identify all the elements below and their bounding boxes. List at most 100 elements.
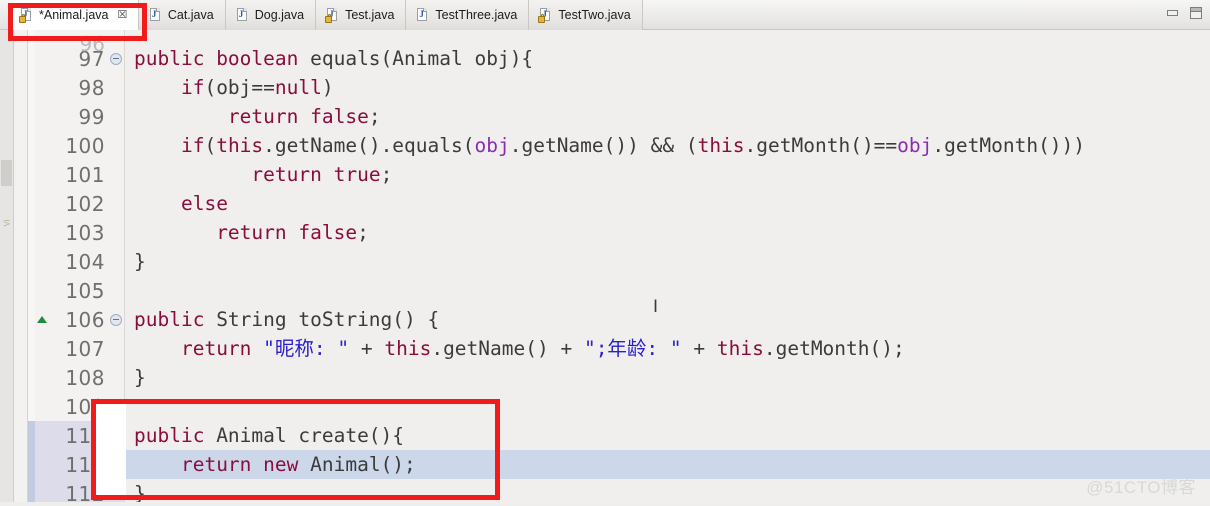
ghost-line-number: 96: [79, 32, 105, 56]
line-number[interactable]: 102: [35, 189, 124, 218]
line-number[interactable]: 107: [35, 334, 124, 363]
code-token-kw: this: [216, 134, 264, 157]
line-number[interactable]: 98: [35, 73, 124, 102]
code-token-str: "昵称: ": [263, 337, 350, 360]
line-number[interactable]: 101: [35, 160, 124, 189]
line-number[interactable]: 100: [35, 131, 124, 160]
code-token-pln: +: [681, 337, 717, 360]
code-token-pln: [134, 221, 216, 244]
code-token-pln: +: [349, 337, 385, 360]
code-line[interactable]: public String toString() {: [126, 305, 1210, 334]
line-number-label: 105: [65, 278, 105, 303]
code-token-kw: this: [716, 337, 764, 360]
editor-tab-label: TestTwo.java: [558, 7, 631, 22]
code-token-pln: .getMonth())): [932, 134, 1086, 157]
code-token-kw: this: [697, 134, 745, 157]
left-view-rail[interactable]: Vi: [0, 30, 14, 506]
code-token-kw: return: [180, 337, 264, 360]
editor-tabs: J *Animal.java ☒ J Cat.java J Dog.java J Test.ja…: [10, 0, 643, 30]
code-token-kw: false: [298, 221, 358, 244]
changed-line-marker: [28, 450, 35, 479]
editor-tab-label: Test.java: [345, 7, 395, 22]
lock-icon: [19, 14, 26, 23]
code-line[interactable]: return false;: [126, 102, 1210, 131]
java-letter-badge: J: [419, 9, 424, 19]
editor-tab-animal-java[interactable]: J *Animal.java ☒: [10, 0, 139, 30]
code-line[interactable]: [126, 392, 1210, 421]
line-number[interactable]: 108: [35, 363, 124, 392]
line-number[interactable]: 99: [35, 102, 124, 131]
code-line[interactable]: [126, 276, 1210, 305]
line-number-label: 98: [78, 75, 105, 100]
watermark-label: @51CTO博客: [1086, 478, 1196, 497]
mouse-ibeam-cursor: I: [652, 297, 658, 317]
code-token-pln: ;: [380, 163, 393, 186]
editor-tab-testthree-java[interactable]: J TestThree.java: [406, 0, 530, 30]
editor-tab-label: Dog.java: [254, 7, 305, 22]
close-icon[interactable]: ☒: [117, 9, 127, 21]
annotation-ruler[interactable]: [15, 30, 28, 506]
code-token-pln: [134, 134, 181, 157]
editor-tab-bar: J *Animal.java ☒ J Cat.java J Dog.java J Test.ja…: [0, 0, 1210, 30]
line-number-label: 101: [65, 162, 105, 187]
line-number-label: 108: [65, 365, 105, 390]
code-token-pln: [134, 337, 181, 360]
java-letter-badge: J: [151, 9, 157, 19]
code-token-pln: [134, 163, 251, 186]
override-marker-icon: [37, 315, 47, 323]
code-token-prm: obj: [474, 134, 510, 157]
line-number[interactable]: 103: [35, 218, 124, 247]
lock-icon: [325, 14, 333, 23]
line-number-label: 102: [65, 191, 105, 216]
line-number-label: 107: [65, 336, 105, 361]
java-file-locked-icon: J: [19, 7, 33, 23]
code-token-kw: false: [310, 105, 369, 128]
code-line[interactable]: }: [126, 247, 1210, 276]
code-token-pln: [134, 192, 181, 215]
maximize-button[interactable]: [1188, 6, 1204, 20]
code-line[interactable]: else: [126, 189, 1210, 218]
rail-toggle-button[interactable]: [1, 160, 12, 186]
code-token-pln: [134, 105, 228, 128]
line-number[interactable]: 105: [35, 276, 124, 305]
code-line[interactable]: if(this.getName().equals(obj.getName()) …: [126, 131, 1210, 160]
code-line[interactable]: }: [126, 363, 1210, 392]
code-token-pln: .getMonth()==: [744, 134, 898, 157]
code-token-str: ";年龄: ": [583, 337, 682, 360]
java-letter-badge: J: [238, 9, 244, 19]
code-token-kw: public: [134, 47, 217, 70]
editor-tab-label: *Animal.java: [39, 7, 109, 22]
code-token-prm: obj: [897, 134, 933, 157]
code-line[interactable]: if(obj==null): [126, 73, 1210, 102]
editor-tab-test-java[interactable]: J Test.java: [316, 0, 407, 30]
editor-tab-dog-java[interactable]: J Dog.java: [225, 0, 317, 30]
code-token-kw: if: [180, 76, 205, 99]
code-token-kw: this: [384, 337, 432, 360]
code-token-pln: .getMonth();: [763, 337, 905, 360]
line-number-label: 100: [65, 133, 105, 158]
editor-tab-testtwo-java[interactable]: J TestTwo.java: [529, 0, 643, 30]
code-line[interactable]: return new Animal();: [126, 450, 1210, 479]
code-token-pln: .getName()) && (: [509, 134, 698, 157]
code-token-pln: [134, 76, 181, 99]
code-line[interactable]: public boolean equals(Animal obj){: [126, 44, 1210, 73]
code-token-pln: ): [321, 76, 334, 99]
fold-collapse-icon[interactable]: [110, 313, 122, 326]
code-line[interactable]: return true;: [126, 160, 1210, 189]
minimize-icon: [1166, 10, 1178, 16]
code-token-kw: true: [333, 163, 381, 186]
line-number[interactable]: 106: [35, 305, 124, 334]
rail-view-label: Vi: [2, 219, 12, 227]
editor-tab-cat-java[interactable]: J Cat.java: [138, 0, 226, 30]
code-line[interactable]: public Animal create(){: [126, 421, 1210, 450]
horizontal-scrollbar[interactable]: [0, 502, 1210, 506]
code-token-kw: public: [134, 308, 217, 331]
source-code-area[interactable]: public boolean equals(Animal obj){ if(ob…: [126, 30, 1210, 506]
editor-tab-label: TestThree.java: [435, 7, 518, 22]
code-token-pln: Animal();: [310, 453, 416, 476]
code-line[interactable]: return false;: [126, 218, 1210, 247]
code-line[interactable]: return "昵称: " + this.getName() + ";年龄: "…: [126, 334, 1210, 363]
minimize-button[interactable]: [1164, 6, 1180, 20]
code-token-kw: boolean: [216, 47, 311, 70]
line-number[interactable]: 104: [35, 247, 124, 276]
